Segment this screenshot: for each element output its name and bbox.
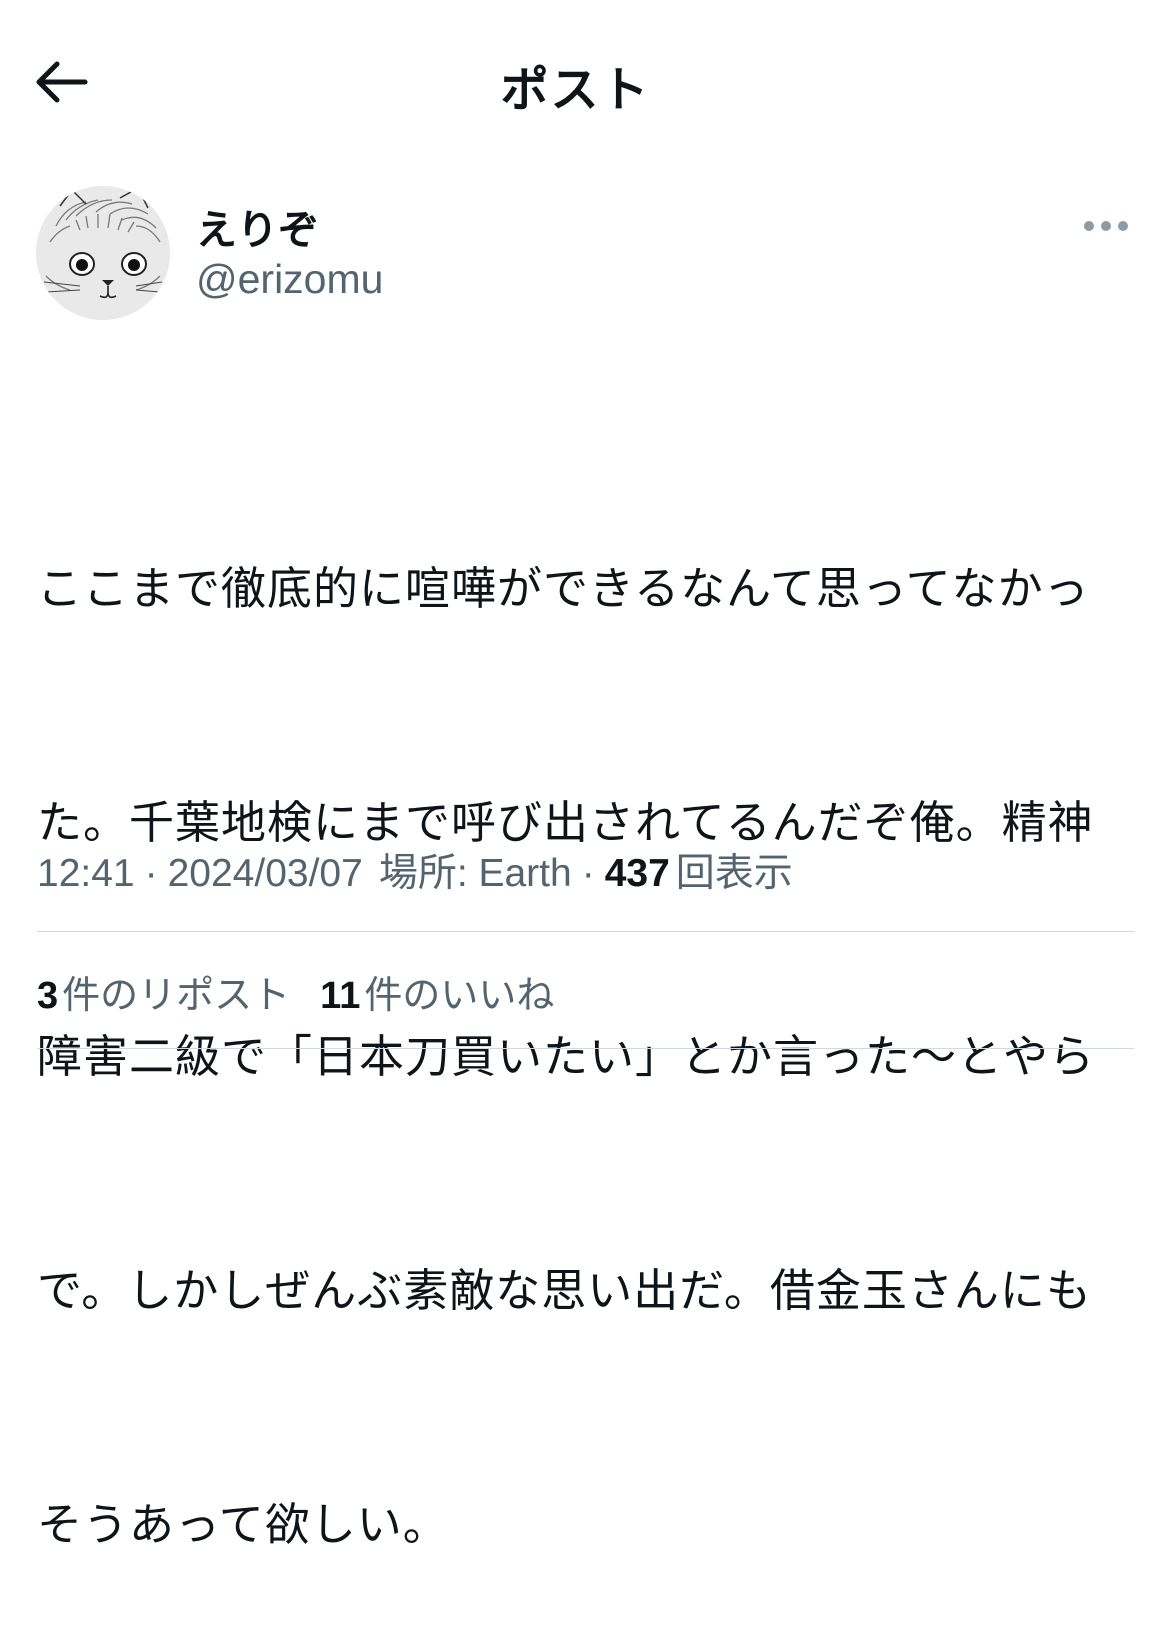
divider [37,1048,1134,1049]
views-count: 437 [604,852,670,895]
post-text-line: そうあって欲しい。 [37,1498,449,1551]
post-meta: 12:41 · 2024/03/07 場所: Earth · 437 回表示 [37,842,793,898]
post-text-line: ここまで徹底的に喧嘩ができるなんて思ってなかっ [37,562,1090,615]
meta-separator: · [144,852,158,895]
post-location: 場所: Earth [378,852,572,895]
avatar[interactable] [36,186,170,320]
engagement-stats: 3 件のリポスト 11 件のいいね [37,964,554,1020]
display-name[interactable]: えりぞ [196,196,319,256]
cat-avatar-icon [36,186,170,320]
page-title: ポスト [500,62,651,118]
views-label: 回表示 [675,852,793,895]
meta-separator: · [581,852,595,895]
user-handle[interactable]: @erizomu [196,256,383,303]
divider [37,931,1134,932]
top-bar: ポスト [0,0,1151,170]
reposts-label: 件のリポスト [62,973,291,1017]
likes-label: 件のいいね [364,973,555,1017]
post-date[interactable]: 2024/03/07 [168,852,363,896]
likes-stat[interactable]: 11 件のいいね [320,964,554,1019]
more-button[interactable] [1078,208,1134,244]
likes-count: 11 [320,975,361,1017]
post-time[interactable]: 12:41 [37,852,135,896]
reposts-stat[interactable]: 3 件のリポスト [37,964,290,1019]
post-text-line: で。しかしぜんぶ素敵な思い出だ。借金玉さんにも [37,1264,1092,1317]
reposts-count: 3 [37,975,59,1017]
post-text-line: 障害二級で「日本刀買いたい」とか言った〜とやら [37,1030,1096,1083]
more-horizontal-icon [1084,221,1128,231]
